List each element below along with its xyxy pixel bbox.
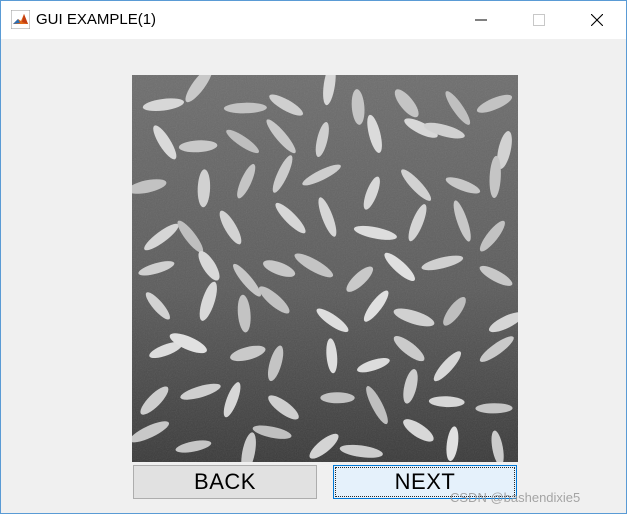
window-title: GUI EXAMPLE(1)	[36, 11, 157, 28]
minimize-icon	[475, 19, 487, 21]
matlab-logo-icon	[10, 9, 31, 30]
close-button[interactable]	[568, 1, 626, 39]
maximize-button[interactable]	[510, 1, 568, 39]
minimize-button[interactable]	[452, 1, 510, 39]
image-display	[132, 75, 518, 462]
close-icon	[591, 14, 603, 26]
back-button[interactable]: BACK	[133, 465, 317, 499]
maximize-icon	[533, 14, 545, 26]
watermark: CSDN @bashendixie5	[450, 490, 581, 505]
app-window: GUI EXAMPLE(1) BACK NEXT CSDN @bashendix…	[0, 0, 627, 514]
rice-image	[132, 75, 518, 462]
title-bar[interactable]: GUI EXAMPLE(1)	[1, 1, 626, 39]
